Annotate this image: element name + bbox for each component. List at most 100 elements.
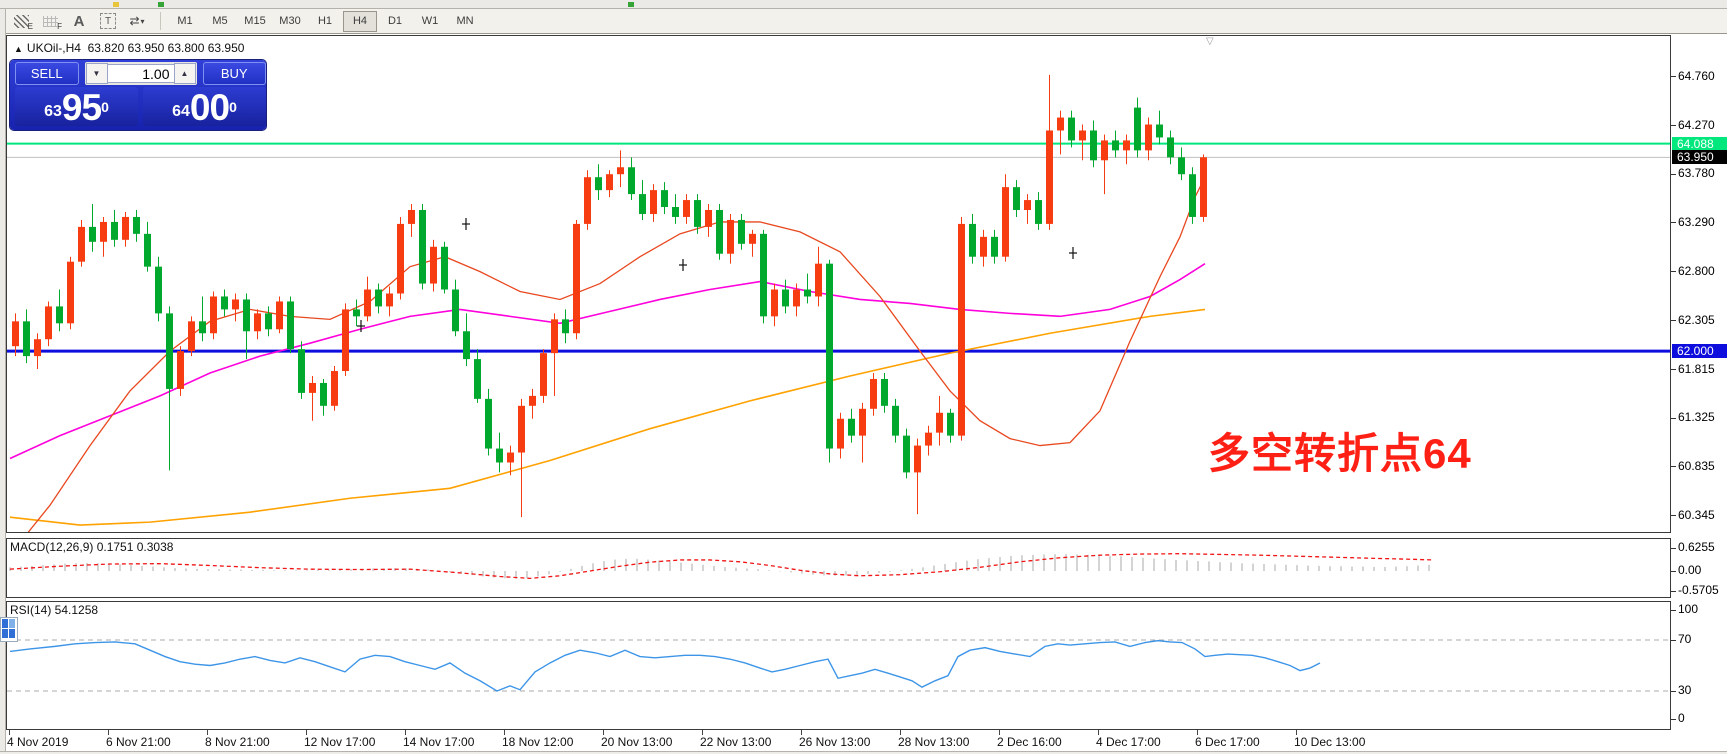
trade-controls-row: SELL ▼ ▲ BUY: [10, 60, 266, 87]
chart-annotation-text: 多空转折点64: [1208, 420, 1472, 481]
macd-panel[interactable]: [6, 538, 1671, 598]
buy-price[interactable]: 64000: [143, 87, 266, 126]
text-icon[interactable]: A: [66, 11, 92, 31]
indicator-window-icon[interactable]: [0, 617, 18, 642]
time-axis-label: 4 Dec 17:00: [1096, 735, 1161, 749]
rsi-tick: [1671, 719, 1676, 720]
icon-letter: F: [57, 23, 62, 31]
icon-letter: E: [28, 23, 33, 31]
mt4-window: E F A T ⇄ ▾ M1M5M15M30H1H4D1W1MN ▲ UKOil-…: [0, 0, 1727, 754]
price-axis-label: 62.800: [1678, 264, 1715, 278]
rsi-axis-label: 70: [1678, 632, 1691, 646]
price-axis-label: 64.270: [1678, 118, 1715, 132]
sell-price[interactable]: 63950: [15, 87, 138, 126]
time-axis-label: 2 Dec 16:00: [997, 735, 1062, 749]
chevron-down-icon: ▾: [141, 17, 145, 26]
collapse-icon[interactable]: ▲: [14, 44, 23, 54]
price-axis-label: 60.835: [1678, 459, 1715, 473]
time-axis-label: 10 Dec 13:00: [1294, 735, 1365, 749]
hatch-brush-icon[interactable]: E: [8, 11, 34, 31]
time-axis-label: 4 Nov 2019: [7, 735, 68, 749]
sell-price-small: 63: [44, 99, 62, 125]
time-axis-label: 18 Nov 12:00: [502, 735, 573, 749]
toolbar: E F A T ⇄ ▾ M1M5M15M30H1H4D1W1MN: [0, 9, 1727, 34]
chart-title: ▲ UKOil-,H4 63.820 63.950 63.800 63.950: [14, 41, 244, 55]
macd-chart: [7, 539, 1670, 597]
time-axis-label: 6 Dec 17:00: [1195, 735, 1260, 749]
timeframe-m30[interactable]: M30: [273, 11, 307, 32]
price-tick: [1671, 222, 1676, 223]
timeframe-buttons: M1M5M15M30H1H4D1W1MN: [168, 11, 483, 32]
price-axis-label: 60.345: [1678, 508, 1715, 522]
grid-icon[interactable]: F: [37, 11, 63, 31]
price-axis-label: 61.325: [1678, 410, 1715, 424]
macd-axis-label: -0.5705: [1678, 583, 1719, 597]
price-tick: [1671, 271, 1676, 272]
time-axis-label: 28 Nov 13:00: [898, 735, 969, 749]
buy-button[interactable]: BUY: [203, 62, 267, 85]
buy-price-small: 64: [172, 99, 190, 125]
rsi-tick: [1671, 691, 1676, 692]
price-tick: [1671, 515, 1676, 516]
sell-price-sup: 0: [101, 87, 109, 127]
timeframe-d1[interactable]: D1: [378, 11, 412, 32]
time-axis-label: 20 Nov 13:00: [601, 735, 672, 749]
timeframe-m15[interactable]: M15: [238, 11, 272, 32]
macd-axis-label: 0.00: [1678, 563, 1701, 577]
price-tick: [1671, 174, 1676, 175]
price-axis-label: 63.780: [1678, 166, 1715, 180]
mini-icon: [158, 2, 164, 7]
sell-button[interactable]: SELL: [15, 62, 79, 85]
ohlc-values: 63.820 63.950 63.800 63.950: [88, 41, 245, 55]
macd-tick: [1671, 591, 1676, 592]
volume-input[interactable]: [108, 64, 174, 83]
buy-price-sup: 0: [229, 87, 237, 127]
objects-icon[interactable]: ⇄ ▾: [124, 11, 150, 31]
rsi-axis-label: 100: [1678, 602, 1698, 616]
time-axis-label: 22 Nov 13:00: [700, 735, 771, 749]
rsi-tick: [1671, 610, 1676, 611]
rsi-axis-label: 30: [1678, 683, 1691, 697]
rsi-tick: [1671, 640, 1676, 641]
volume-increase-button[interactable]: ▲: [174, 63, 196, 84]
price-row: 63950 64000: [10, 87, 266, 130]
rsi-label: RSI(14) 54.1258: [10, 603, 98, 617]
symbol-period: UKOil-,H4: [27, 41, 81, 55]
price-axis-label: 64.760: [1678, 69, 1715, 83]
price-axis-label: 61.815: [1678, 362, 1715, 376]
top-toolbar-strip: [0, 0, 1727, 9]
price-tick: [1671, 466, 1676, 467]
hatch-glyph: [14, 15, 29, 28]
chart-shift-marker[interactable]: ▽: [1206, 36, 1214, 47]
timeframe-mn[interactable]: MN: [448, 11, 482, 32]
macd-axis-label: 0.6255: [1678, 540, 1715, 554]
rsi-chart: [7, 602, 1670, 729]
macd-tick: [1671, 548, 1676, 549]
label-glyph: T: [100, 13, 116, 29]
price-tick: [1671, 125, 1676, 126]
price-tick: [1671, 76, 1676, 77]
time-axis-label: 12 Nov 17:00: [304, 735, 375, 749]
price-tick: [1671, 320, 1676, 321]
timeframe-m5[interactable]: M5: [203, 11, 237, 32]
timeframe-h1[interactable]: H1: [308, 11, 342, 32]
timeframe-w1[interactable]: W1: [413, 11, 447, 32]
price-tick: [1671, 369, 1676, 370]
timeframe-m1[interactable]: M1: [168, 11, 202, 32]
objects-glyph: ⇄: [129, 14, 139, 28]
rsi-axis-label: 0: [1678, 711, 1685, 725]
timeframe-h4[interactable]: H4: [343, 11, 377, 32]
buy-price-big: 00: [190, 91, 229, 125]
sell-price-big: 95: [62, 91, 101, 125]
label-icon[interactable]: T: [95, 11, 121, 31]
rsi-panel[interactable]: [6, 601, 1671, 730]
time-axis-label: 26 Nov 13:00: [799, 735, 870, 749]
macd-tick: [1671, 571, 1676, 572]
toolbar-separator: [160, 12, 161, 30]
time-axis-label: 14 Nov 17:00: [403, 735, 474, 749]
time-axis-label: 8 Nov 21:00: [205, 735, 270, 749]
text-glyph: A: [74, 13, 85, 30]
price-badge: 62.000: [1672, 344, 1727, 358]
volume-decrease-button[interactable]: ▼: [86, 63, 108, 84]
one-click-trading-panel: SELL ▼ ▲ BUY 63950 64000: [10, 60, 266, 130]
